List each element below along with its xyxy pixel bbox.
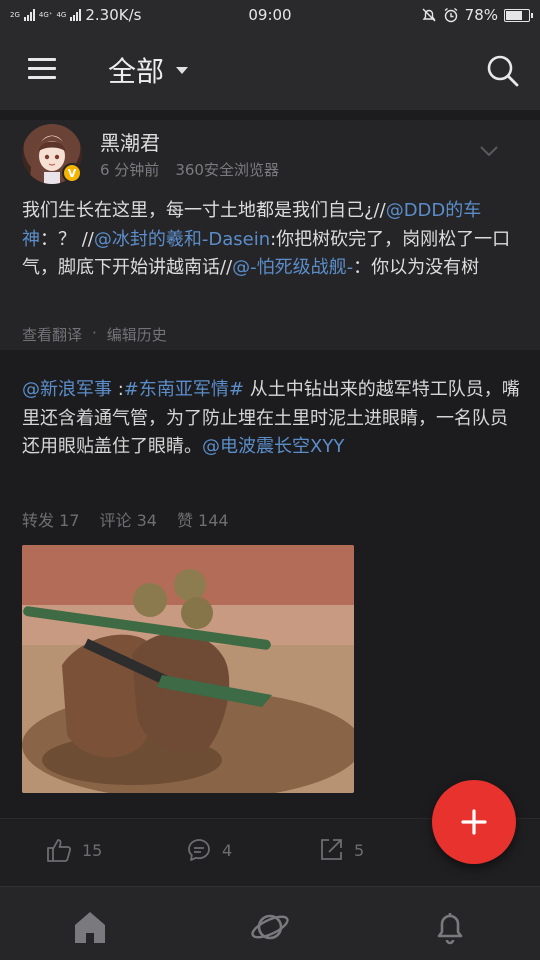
plus-icon xyxy=(461,809,487,835)
notification-bell-icon[interactable] xyxy=(430,907,470,947)
menu-icon[interactable] xyxy=(28,58,56,80)
battery-icon xyxy=(504,8,533,22)
network-type-4g: 4G xyxy=(56,10,67,19)
comment-action-count: 4 xyxy=(222,840,233,860)
post-text-segment: ：你以为没有树 xyxy=(353,257,480,278)
author-name[interactable]: 黑潮君 xyxy=(100,127,160,156)
thumbs-up-icon xyxy=(47,839,72,862)
post-meta: 6 分钟前 360安全浏览器 xyxy=(100,159,279,180)
network-type-4g-plus: 4G⁺ xyxy=(38,10,53,19)
like-button[interactable]: 15 xyxy=(46,837,102,863)
repost-stats: 转发 17 评论 34 赞 144 xyxy=(22,507,229,531)
hashtag-link[interactable]: #东南亚军情# xyxy=(124,379,244,400)
signal-icon-2 xyxy=(70,9,82,21)
post-text-segment: ：？ // xyxy=(40,228,94,250)
post-time: 6 分钟前 xyxy=(100,161,160,179)
battery-percent: 78% xyxy=(464,6,498,24)
mention-link[interactable]: @新浪军事 xyxy=(22,379,112,400)
status-right: 78% xyxy=(421,6,533,24)
post-text-segment: 我们生长在这里，每一寸土地都是我们自己¿// xyxy=(22,200,386,221)
verified-badge-icon: V xyxy=(62,163,82,183)
battery-fill xyxy=(506,10,523,20)
post-links: 查看翻译 · 编辑历史 xyxy=(22,324,167,345)
mention-link[interactable]: @-怕死级战舰- xyxy=(232,257,353,278)
repost-text: @新浪军事 :#东南亚军情# 从土中钻出来的越军特工队员，嘴里还含着通气管，为了… xyxy=(22,376,522,462)
post-source: 360安全浏览器 xyxy=(175,161,279,179)
silent-icon xyxy=(422,8,436,22)
status-bar: 2G 4G⁺ 4G 2.30K/s 09:00 78% xyxy=(0,0,540,30)
photo-illustration xyxy=(22,545,354,793)
chevron-down-icon[interactable] xyxy=(478,140,500,162)
mention-link[interactable]: @冰封的羲和-Dasein xyxy=(94,229,270,250)
share-action-count: 5 xyxy=(354,840,365,860)
discover-planet-icon[interactable] xyxy=(250,907,290,947)
like-action-count: 15 xyxy=(82,840,103,860)
edit-history-link[interactable]: 编辑历史 xyxy=(107,324,167,345)
app-bar: 全部 xyxy=(0,30,540,110)
status-left: 2G 4G⁺ 4G 2.30K/s xyxy=(10,6,210,24)
search-icon[interactable] xyxy=(486,54,520,88)
network-type-2g: 2G xyxy=(10,10,20,19)
post-text: 我们生长在这里，每一寸土地都是我们自己¿//@DDD的车神：？ //@冰封的羲和… xyxy=(22,197,522,283)
bottom-nav xyxy=(0,886,540,960)
comment-bubble-icon xyxy=(188,839,210,861)
translate-link[interactable]: 查看翻译 xyxy=(22,324,82,345)
link-separator: · xyxy=(92,324,97,342)
like-count[interactable]: 赞 144 xyxy=(177,507,229,531)
dropdown-caret-icon xyxy=(176,66,189,74)
share-button[interactable]: 5 xyxy=(318,837,364,863)
home-icon[interactable] xyxy=(70,907,110,947)
feed-filter-dropdown[interactable]: 全部 xyxy=(108,50,189,90)
network-speed: 2.30K/s xyxy=(85,6,142,24)
repost-count[interactable]: 转发 17 xyxy=(22,507,79,531)
compose-button[interactable] xyxy=(432,780,516,864)
comment-button[interactable]: 4 xyxy=(186,837,232,863)
signal-icon xyxy=(23,9,35,21)
page-title: 全部 xyxy=(108,55,165,88)
alarm-icon xyxy=(444,7,458,23)
mention-link[interactable]: @电波震长空XYY xyxy=(202,436,344,457)
repost-text-segment: : xyxy=(112,379,124,400)
comment-count[interactable]: 评论 34 xyxy=(99,507,156,531)
share-icon xyxy=(321,839,342,860)
post-photo[interactable] xyxy=(22,545,354,793)
